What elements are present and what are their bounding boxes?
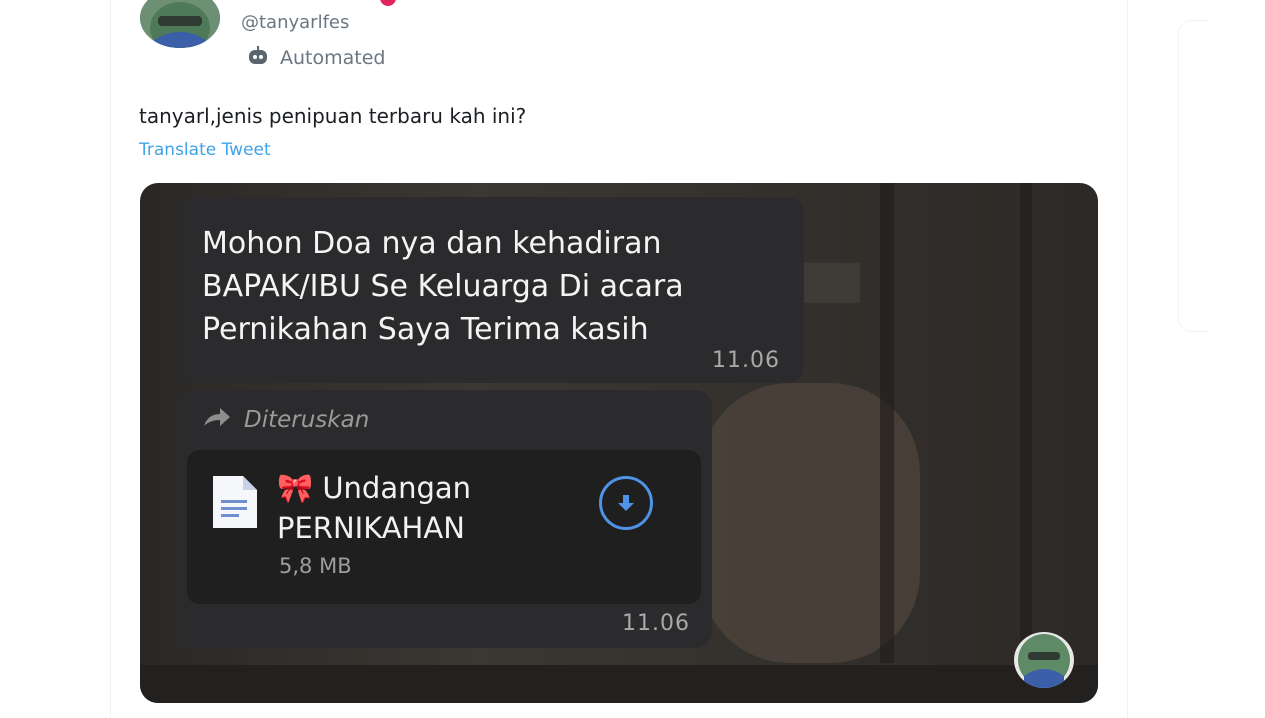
- user-handle[interactable]: @tanyarlfes: [241, 12, 349, 33]
- chat-bubble-message: Mohon Doa nya dan kehadiran BAPAK/IBU Se…: [179, 197, 804, 383]
- automated-label: Automated: [246, 45, 385, 71]
- chat-bubble-forwarded-file: Diteruskan 🎀 Undangan PERNIKAHAN 5,8 MB: [177, 390, 712, 648]
- tweet-media-image[interactable]: Mohon Doa nya dan kehadiran BAPAK/IBU Se…: [140, 183, 1098, 703]
- forwarded-text: Diteruskan: [244, 407, 370, 433]
- forward-arrow-icon: [202, 406, 232, 434]
- file-size: 5,8 MB: [279, 554, 352, 578]
- message-time: 11.06: [622, 611, 690, 636]
- message-time: 11.06: [712, 348, 780, 373]
- ribbon-emoji: 🎀: [277, 471, 314, 505]
- chat-footer-strip: [140, 665, 1098, 703]
- sidebar-card-edge: [1178, 20, 1209, 332]
- download-icon[interactable]: [599, 476, 653, 530]
- forwarded-label: Diteruskan: [202, 406, 369, 434]
- automated-text: Automated: [280, 47, 386, 69]
- sticker-avatar: [1014, 632, 1074, 688]
- translate-tweet-link[interactable]: Translate Tweet: [139, 140, 271, 160]
- document-icon: [209, 474, 261, 534]
- file-attachment[interactable]: 🎀 Undangan PERNIKAHAN 5,8 MB: [187, 450, 701, 604]
- message-text: Mohon Doa nya dan kehadiran BAPAK/IBU Se…: [202, 226, 684, 347]
- tweet-text: tanyarl,jenis penipuan terbaru kah ini?: [139, 104, 527, 128]
- robot-icon: [246, 45, 270, 72]
- file-name: 🎀 Undangan PERNIKAHAN: [277, 471, 472, 545]
